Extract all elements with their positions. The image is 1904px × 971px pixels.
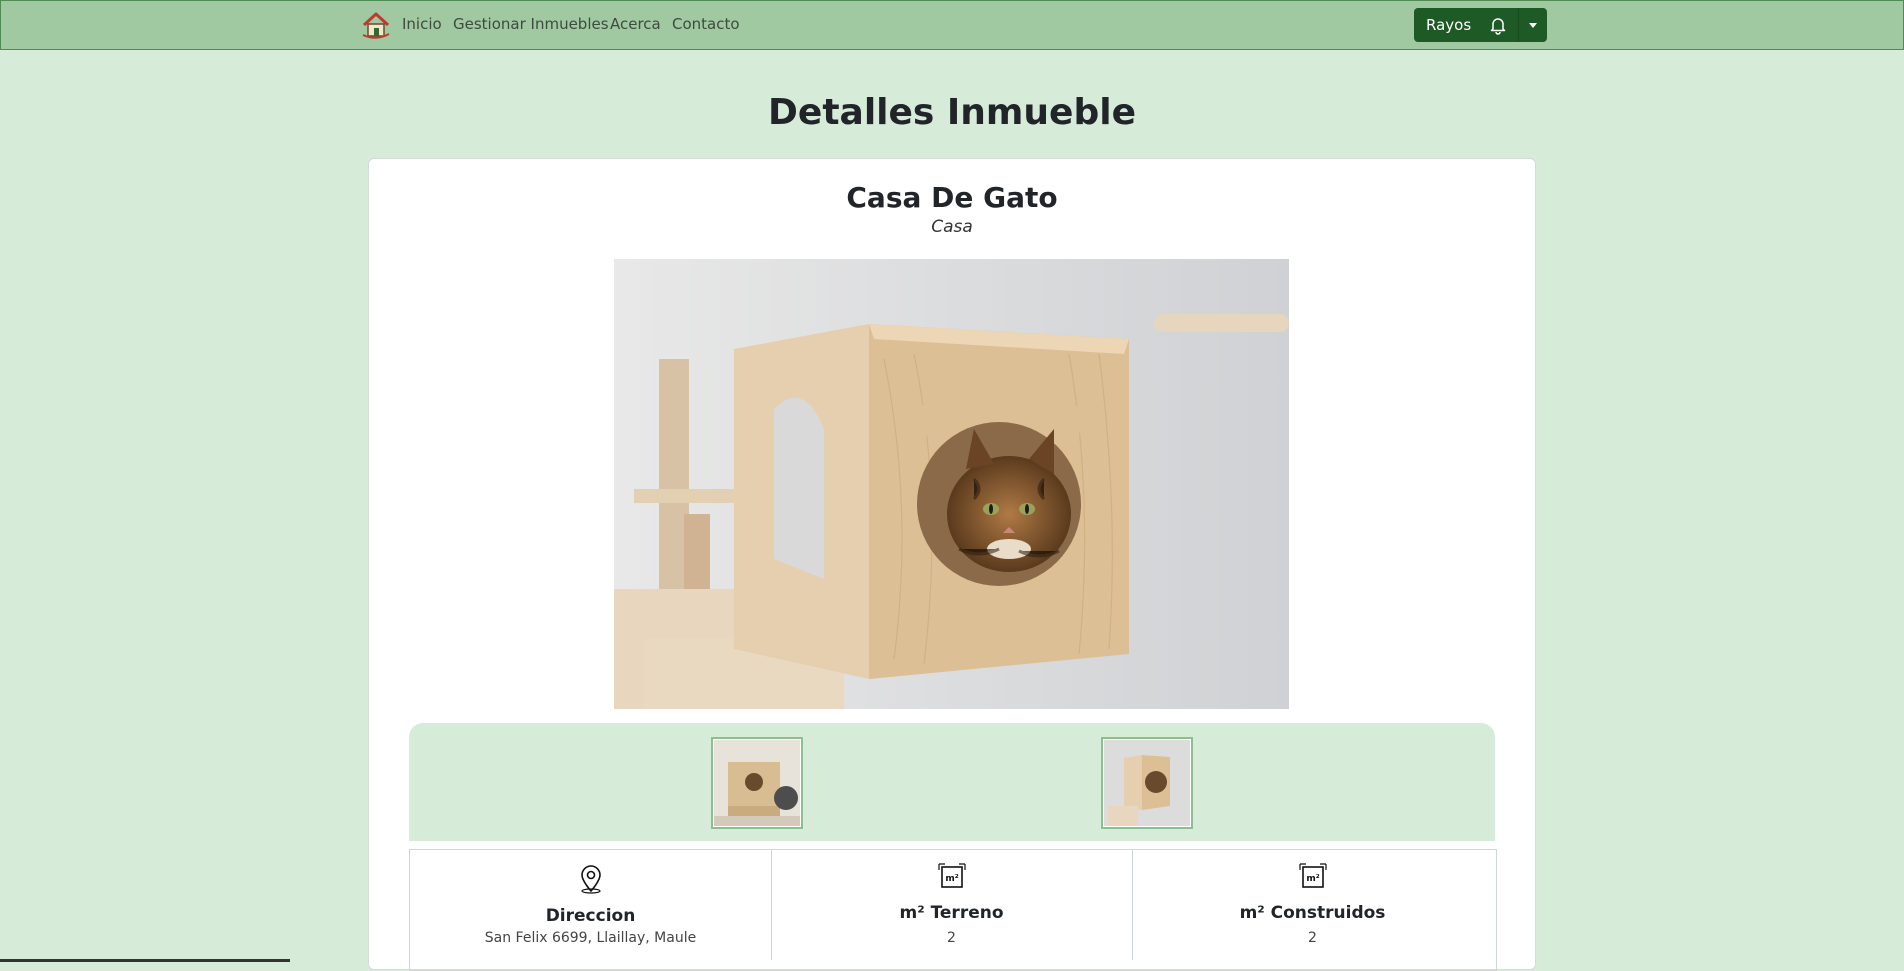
bell-icon[interactable] bbox=[1488, 15, 1508, 35]
info-label: m² Construidos bbox=[1239, 903, 1386, 923]
area-m2-icon: m² bbox=[938, 863, 966, 888]
info-cell-m2-terreno: m² m² Terreno 2 bbox=[771, 850, 1133, 960]
nav-link-gestionar-inmuebles[interactable]: Gestionar Inmuebles bbox=[453, 15, 609, 33]
info-value: 2 bbox=[947, 930, 956, 946]
thumbnail-image[interactable] bbox=[711, 737, 803, 829]
svg-text:m²: m² bbox=[1306, 874, 1319, 884]
thumbnail-photo-2 bbox=[1104, 740, 1190, 826]
info-label: Direccion bbox=[545, 906, 636, 926]
main-property-photo bbox=[614, 259, 1289, 709]
location-pin-icon bbox=[581, 865, 601, 894]
info-cell-direccion: Direccion San Felix 6699, Llaillay, Maul… bbox=[410, 850, 772, 960]
svg-text:m²: m² bbox=[945, 874, 958, 884]
thumbnail-strip bbox=[409, 723, 1495, 841]
info-value: San Felix 6699, Llaillay, Maule bbox=[484, 930, 697, 946]
info-label: m² Terreno bbox=[899, 903, 1004, 923]
nav-link-contacto[interactable]: Contacto bbox=[672, 15, 740, 33]
user-name[interactable]: Rayos bbox=[1426, 16, 1471, 34]
top-navbar: Inicio Gestionar Inmuebles Acerca Contac… bbox=[0, 0, 1904, 50]
info-value: 2 bbox=[1308, 930, 1317, 946]
property-info-table: Direccion San Felix 6699, Llaillay, Maul… bbox=[409, 849, 1497, 971]
page-title: Detalles Inmueble bbox=[768, 92, 1136, 133]
chevron-down-icon[interactable] bbox=[1529, 23, 1537, 28]
property-title: Casa De Gato bbox=[846, 181, 1058, 214]
home-logo-icon[interactable] bbox=[361, 10, 391, 40]
button-divider bbox=[1518, 8, 1519, 42]
thumbnail-photo-1 bbox=[714, 740, 800, 826]
nav-link-acerca[interactable]: Acerca bbox=[610, 15, 661, 33]
user-menu-button-group[interactable]: Rayos bbox=[1414, 8, 1547, 42]
property-type: Casa bbox=[931, 217, 973, 237]
property-detail-card: Casa De Gato Casa Direccion San Felix 66… bbox=[368, 158, 1536, 971]
thumbnail-image[interactable] bbox=[1101, 737, 1193, 829]
nav-link-inicio[interactable]: Inicio bbox=[402, 15, 442, 33]
info-cell-m2-construidos: m² m² Construidos 2 bbox=[1132, 850, 1493, 960]
area-m2-icon: m² bbox=[1299, 863, 1327, 888]
